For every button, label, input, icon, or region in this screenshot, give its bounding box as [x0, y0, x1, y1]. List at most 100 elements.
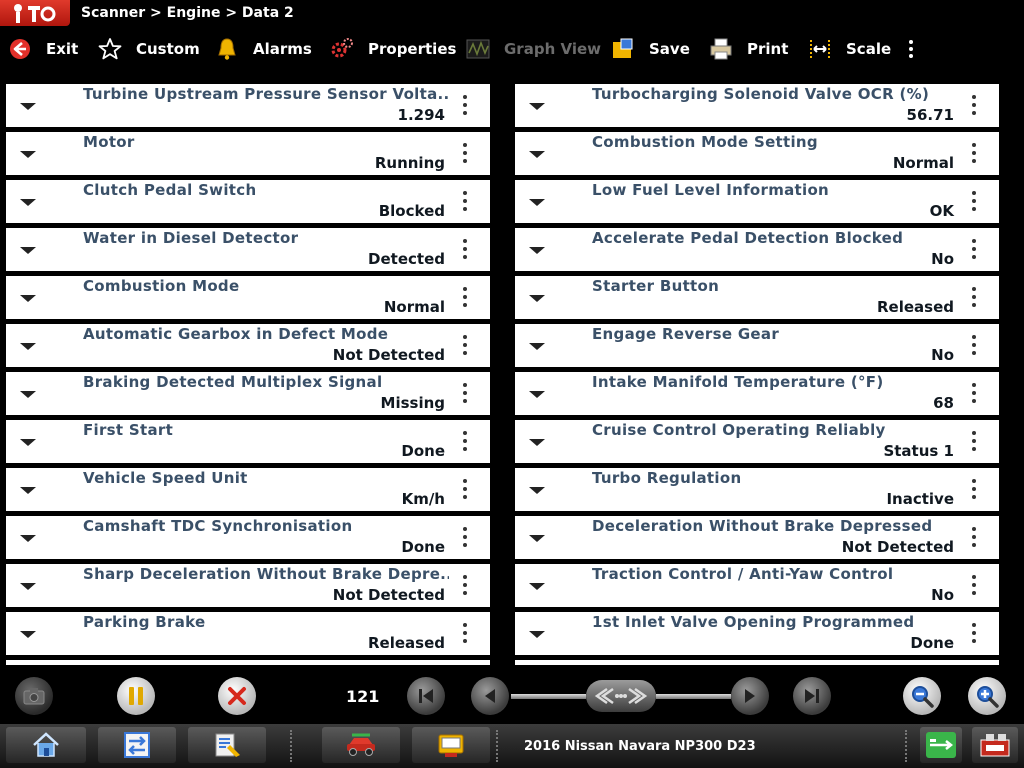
data-row[interactable]: Traction Control / Anti-Yaw Control No — [515, 564, 999, 607]
scanner-device-icon[interactable] — [412, 727, 490, 763]
camera-icon[interactable] — [15, 677, 53, 715]
row-menu-icon[interactable] — [971, 287, 977, 311]
row-menu-icon[interactable] — [462, 431, 468, 455]
data-switch-icon[interactable] — [98, 727, 176, 763]
alarms-button[interactable]: Alarms — [215, 30, 312, 68]
data-row[interactable]: Combustion Mode Setting Normal — [515, 132, 999, 175]
data-row[interactable]: Motor Running — [6, 132, 490, 175]
expand-arrow-icon[interactable] — [20, 535, 36, 542]
expand-arrow-icon[interactable] — [529, 199, 545, 206]
vci-device-icon[interactable] — [972, 727, 1018, 763]
data-row[interactable]: Parking Brake Released — [6, 612, 490, 655]
print-button[interactable]: Print — [709, 30, 788, 68]
row-menu-icon[interactable] — [971, 335, 977, 359]
stop-clear-button[interactable] — [218, 677, 256, 715]
row-menu-icon[interactable] — [971, 527, 977, 551]
expand-arrow-icon[interactable] — [529, 247, 545, 254]
data-row[interactable]: First Start Done — [6, 420, 490, 463]
data-row[interactable] — [6, 660, 490, 665]
step-forward-button[interactable] — [731, 677, 769, 715]
expand-arrow-icon[interactable] — [529, 343, 545, 350]
row-menu-icon[interactable] — [971, 575, 977, 599]
timeline-track[interactable] — [511, 694, 586, 699]
row-menu-icon[interactable] — [971, 623, 977, 647]
expand-arrow-icon[interactable] — [529, 535, 545, 542]
graph-view-button[interactable]: Graph View — [466, 30, 601, 68]
data-row[interactable]: Water in Diesel Detector Detected — [6, 228, 490, 271]
expand-arrow-icon[interactable] — [529, 439, 545, 446]
data-row[interactable]: Clutch Pedal Switch Blocked — [6, 180, 490, 223]
expand-arrow-icon[interactable] — [20, 247, 36, 254]
home-icon[interactable] — [6, 727, 86, 763]
row-menu-icon[interactable] — [462, 287, 468, 311]
expand-arrow-icon[interactable] — [529, 631, 545, 638]
row-menu-icon[interactable] — [462, 335, 468, 359]
skip-first-button[interactable] — [407, 677, 445, 715]
row-menu-icon[interactable] — [971, 479, 977, 503]
expand-arrow-icon[interactable] — [20, 199, 36, 206]
row-menu-icon[interactable] — [971, 431, 977, 455]
expand-arrow-icon[interactable] — [20, 343, 36, 350]
save-button[interactable]: Save — [611, 30, 690, 68]
row-menu-icon[interactable] — [971, 383, 977, 407]
row-menu-icon[interactable] — [971, 239, 977, 263]
timeline-scrubber[interactable] — [586, 680, 656, 712]
scale-button[interactable]: Scale — [808, 30, 891, 68]
data-row[interactable]: Engage Reverse Gear No — [515, 324, 999, 367]
exit-button[interactable]: Exit — [8, 30, 78, 68]
expand-arrow-icon[interactable] — [20, 631, 36, 638]
data-row[interactable]: Sharp Deceleration Without Brake Depre..… — [6, 564, 490, 607]
row-menu-icon[interactable] — [462, 479, 468, 503]
properties-button[interactable]: Properties — [330, 30, 456, 68]
row-menu-icon[interactable] — [462, 239, 468, 263]
expand-arrow-icon[interactable] — [529, 487, 545, 494]
data-row[interactable]: Camshaft TDC Synchronisation Done — [6, 516, 490, 559]
skip-last-button[interactable] — [793, 677, 831, 715]
data-row[interactable] — [515, 660, 999, 665]
expand-arrow-icon[interactable] — [20, 439, 36, 446]
data-row[interactable]: Accelerate Pedal Detection Blocked No — [515, 228, 999, 271]
data-row[interactable]: Turbine Upstream Pressure Sensor Volta..… — [6, 84, 490, 127]
data-row[interactable]: Turbocharging Solenoid Valve OCR (%) 56.7… — [515, 84, 999, 127]
expand-arrow-icon[interactable] — [529, 295, 545, 302]
expand-arrow-icon[interactable] — [529, 391, 545, 398]
timeline-track-right[interactable] — [656, 694, 731, 699]
data-list-right[interactable]: Turbocharging Solenoid Valve OCR (%) 56.7… — [515, 84, 999, 665]
expand-arrow-icon[interactable] — [20, 391, 36, 398]
data-list-left[interactable]: Turbine Upstream Pressure Sensor Volta..… — [6, 84, 490, 665]
data-row[interactable]: Vehicle Speed Unit Km/h — [6, 468, 490, 511]
data-row[interactable]: Automatic Gearbox in Defect Mode Not Dete… — [6, 324, 490, 367]
row-menu-icon[interactable] — [971, 191, 977, 215]
data-row[interactable]: Low Fuel Level Information OK — [515, 180, 999, 223]
row-menu-icon[interactable] — [971, 143, 977, 167]
expand-arrow-icon[interactable] — [20, 487, 36, 494]
row-menu-icon[interactable] — [462, 191, 468, 215]
expand-arrow-icon[interactable] — [529, 103, 545, 110]
pause-button[interactable] — [117, 677, 155, 715]
expand-arrow-icon[interactable] — [20, 151, 36, 158]
row-menu-icon[interactable] — [462, 623, 468, 647]
usb-connection-icon[interactable] — [920, 727, 962, 763]
vehicle-lift-icon[interactable] — [322, 727, 400, 763]
step-back-button[interactable] — [471, 677, 509, 715]
scanner-tools-icon[interactable] — [188, 727, 266, 763]
row-menu-icon[interactable] — [462, 527, 468, 551]
expand-arrow-icon[interactable] — [529, 583, 545, 590]
expand-arrow-icon[interactable] — [20, 103, 36, 110]
row-menu-icon[interactable] — [462, 143, 468, 167]
data-row[interactable]: Starter Button Released — [515, 276, 999, 319]
expand-arrow-icon[interactable] — [529, 151, 545, 158]
data-row[interactable]: Braking Detected Multiplex Signal Missing — [6, 372, 490, 415]
row-menu-icon[interactable] — [462, 95, 468, 119]
row-menu-icon[interactable] — [971, 95, 977, 119]
data-row[interactable]: Combustion Mode Normal — [6, 276, 490, 319]
expand-arrow-icon[interactable] — [20, 295, 36, 302]
scanner-logo-icon[interactable] — [0, 0, 70, 26]
custom-button[interactable]: Custom — [98, 30, 200, 68]
data-row[interactable]: Turbo Regulation Inactive — [515, 468, 999, 511]
data-row[interactable]: Cruise Control Operating Reliably Status … — [515, 420, 999, 463]
more-options-icon[interactable] — [904, 40, 918, 62]
zoom-out-icon[interactable] — [903, 677, 941, 715]
expand-arrow-icon[interactable] — [20, 583, 36, 590]
data-row[interactable]: 1st Inlet Valve Opening Programmed Done — [515, 612, 999, 655]
